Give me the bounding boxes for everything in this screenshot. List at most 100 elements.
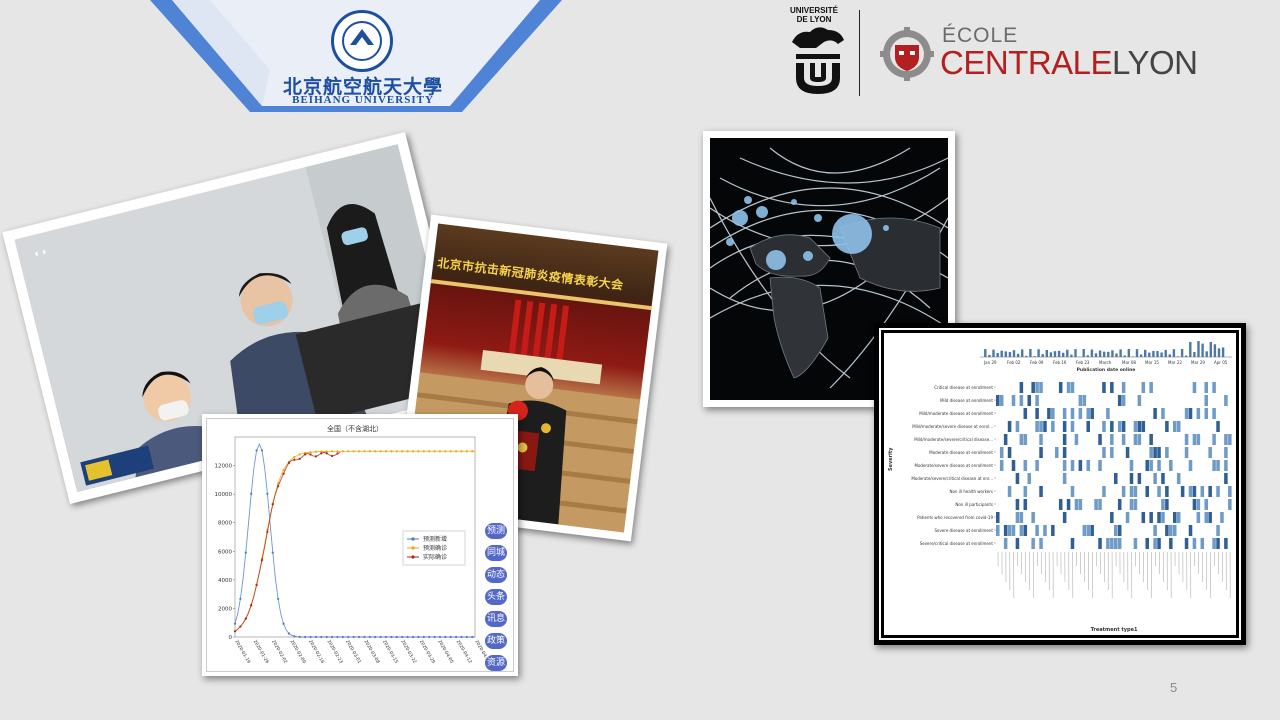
heat-cell xyxy=(1086,421,1090,432)
heat-cell xyxy=(1200,538,1205,549)
top-bar xyxy=(1107,351,1110,357)
side-nav-button[interactable]: 同城 xyxy=(485,545,507,561)
heat-cell xyxy=(1169,460,1173,471)
top-bar xyxy=(1098,350,1102,357)
heat-cell xyxy=(1153,538,1157,549)
heat-cell xyxy=(1070,460,1075,471)
heat-cell xyxy=(1204,512,1208,523)
heat-cell xyxy=(1224,473,1228,484)
top-bar xyxy=(1086,355,1089,357)
heat-cell xyxy=(1228,434,1232,445)
heat-cell xyxy=(1204,499,1208,510)
heat-cell xyxy=(1192,434,1197,445)
top-bar xyxy=(1197,341,1200,357)
heat-cell xyxy=(1188,460,1193,471)
heat-cell xyxy=(1019,382,1024,393)
series-point-pred xyxy=(411,450,415,453)
heat-cell xyxy=(1039,447,1043,458)
heat-cell xyxy=(1216,525,1220,536)
series-point-pred xyxy=(368,450,371,453)
series-point-act xyxy=(244,617,247,620)
side-nav-button[interactable]: 预测 xyxy=(485,523,507,539)
heat-cell xyxy=(1106,408,1110,419)
heat-cell xyxy=(1051,525,1055,536)
lion-logo-icon xyxy=(792,27,844,94)
heat-cell xyxy=(1133,486,1138,497)
series-point-new xyxy=(368,635,371,639)
heat-cell xyxy=(1129,460,1134,471)
top-tick-label: March xyxy=(1099,360,1112,365)
series-point-act xyxy=(298,457,301,460)
heat-cell xyxy=(1027,473,1031,484)
heat-cell xyxy=(1110,447,1114,458)
row-label: Moderate/severe disease at enrollment xyxy=(915,463,994,468)
top-tick-label: Mar 08 xyxy=(1122,360,1136,365)
row-label: Non ill health workers xyxy=(949,489,993,494)
heat-cell xyxy=(1184,434,1189,445)
top-bar xyxy=(1082,349,1085,357)
top-tick-label: Feb 02 xyxy=(1007,360,1021,365)
side-nav-button[interactable]: 动态 xyxy=(485,567,507,583)
heat-cell xyxy=(1133,421,1138,432)
heat-cell xyxy=(1035,408,1039,419)
heat-cell xyxy=(1129,473,1134,484)
heat-cell xyxy=(1117,538,1122,549)
heat-cell xyxy=(1086,460,1090,471)
top-bar xyxy=(1148,352,1151,357)
heat-cell xyxy=(1098,460,1102,471)
top-bar xyxy=(1213,344,1217,357)
side-nav-button[interactable]: 头条 xyxy=(485,589,507,605)
side-nav-button[interactable]: 资源 xyxy=(485,655,507,671)
side-nav-button[interactable]: 讯息 xyxy=(485,611,507,627)
heat-cell xyxy=(1043,525,1047,536)
side-nav-button[interactable]: 政策 xyxy=(485,633,507,649)
ecl-lyon-word: LYON xyxy=(1112,44,1198,81)
heat-cell xyxy=(1216,538,1220,549)
top-bar xyxy=(1021,349,1024,357)
series-point-new xyxy=(293,635,296,638)
y-tick-label: 8000 xyxy=(218,521,232,527)
series-point-pred xyxy=(465,450,469,453)
top-bar xyxy=(1049,352,1053,357)
heat-cell xyxy=(1145,460,1149,471)
heat-cell xyxy=(996,512,1000,523)
series-point-pred xyxy=(293,455,296,459)
heat-cell xyxy=(1114,525,1118,536)
top-bar xyxy=(1127,349,1130,357)
heat-cell xyxy=(1031,512,1035,523)
top-bar xyxy=(1217,348,1221,357)
series-point-pred xyxy=(401,450,404,453)
heat-cell xyxy=(1051,408,1055,419)
x-tick-label: 2020-03-29 xyxy=(418,639,436,665)
series-point-pred xyxy=(347,450,350,453)
heat-cell xyxy=(1204,395,1208,406)
series-point-pred xyxy=(438,450,442,453)
row-label: Mild/moderate/severe/critical disease... xyxy=(914,437,993,442)
series-point-new xyxy=(330,635,334,639)
heat-cell xyxy=(1015,538,1020,549)
heat-cell xyxy=(1062,512,1067,523)
top-bar xyxy=(1008,352,1012,357)
series-point-act xyxy=(266,530,269,534)
heat-cell xyxy=(999,395,1004,406)
series-point-act xyxy=(336,452,339,455)
heat-cell xyxy=(1161,499,1165,510)
series-point-new xyxy=(309,635,312,639)
heat-cell xyxy=(1228,486,1232,497)
heat-cell xyxy=(1173,421,1177,432)
heat-cell xyxy=(1176,473,1181,484)
series-point-new xyxy=(428,635,431,639)
top-bar xyxy=(1016,353,1020,357)
series-point-new xyxy=(325,635,328,639)
top-bar xyxy=(1164,349,1167,357)
series-point-new xyxy=(395,635,398,639)
series-point-pred xyxy=(428,450,431,453)
heat-cell xyxy=(1062,460,1067,471)
heat-cell xyxy=(1098,538,1102,549)
treatment-heatmap-figure: Jan 29 Feb 02 Feb 09 Feb 16 Feb 23 March Mar 0… xyxy=(874,323,1246,645)
heat-cell xyxy=(1125,447,1130,458)
heat-cell xyxy=(1228,499,1232,510)
heat-cell xyxy=(1224,538,1228,549)
heat-cell xyxy=(1039,434,1043,445)
heat-cell xyxy=(1106,538,1110,549)
